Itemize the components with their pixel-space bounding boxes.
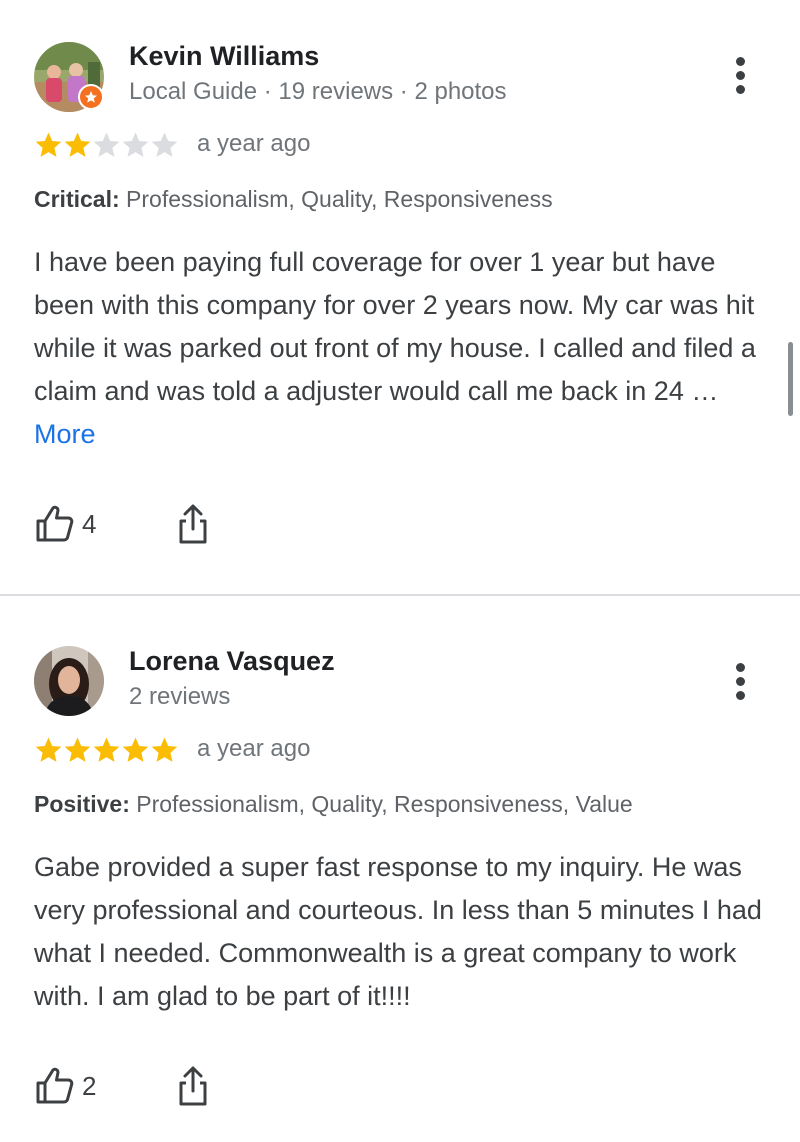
reviews-page: Kevin Williams Local Guide · 19 reviews … [0, 0, 800, 1142]
avatar[interactable] [34, 646, 104, 716]
star-icon [64, 132, 91, 157]
review-attributes: Positive: Professionalism, Quality, Resp… [34, 791, 633, 818]
reviewer-meta: Local Guide · 19 reviews · 2 photos [129, 78, 507, 105]
thumb-up-icon [36, 1067, 74, 1104]
review-card: Kevin Williams Local Guide · 19 reviews … [0, 0, 800, 594]
review-text: Gabe provided a super fast response to m… [34, 846, 774, 1018]
share-button[interactable] [172, 1062, 214, 1110]
attribute-values: Professionalism, Quality, Responsiveness… [136, 791, 633, 817]
more-vert-icon [735, 662, 745, 672]
reviewer-name[interactable]: Lorena Vasquez [129, 646, 335, 677]
star-rating [34, 736, 179, 766]
attribute-label: Critical: [34, 186, 120, 212]
reviewer-meta: 2 reviews [129, 683, 231, 710]
attribute-label: Positive: [34, 791, 130, 817]
share-icon [179, 504, 207, 544]
star-icon [35, 737, 62, 762]
review-card: Lorena Vasquez 2 reviews a year ago Posi… [0, 596, 800, 1142]
review-date: a year ago [197, 735, 311, 762]
local-guide-badge-icon [78, 84, 104, 110]
attribute-values: Professionalism, Quality, Responsiveness [126, 186, 553, 212]
thumb-up-icon [36, 505, 74, 542]
star-icon [35, 132, 62, 157]
review-attributes: Critical: Professionalism, Quality, Resp… [34, 186, 553, 213]
more-options-button[interactable] [718, 50, 762, 100]
review-text: I have been paying full coverage for ove… [34, 241, 774, 456]
star-icon [93, 132, 120, 157]
review-date: a year ago [197, 130, 311, 157]
more-options-button[interactable] [718, 656, 762, 706]
like-button[interactable]: 2 [34, 1062, 96, 1110]
star-icon [151, 132, 178, 157]
review-text-content: Gabe provided a super fast response to m… [34, 852, 762, 1011]
more-vert-icon [735, 56, 745, 66]
like-count: 2 [82, 1070, 97, 1101]
share-button[interactable] [172, 500, 214, 548]
star-icon [122, 132, 149, 157]
share-icon [179, 1066, 207, 1106]
star-icon [122, 737, 149, 762]
reviewer-name[interactable]: Kevin Williams [129, 41, 319, 72]
scrollbar[interactable] [788, 342, 793, 416]
star-rating [34, 131, 179, 161]
star-icon [93, 737, 120, 762]
review-text-content: I have been paying full coverage for ove… [34, 247, 756, 406]
like-button[interactable]: 4 [34, 500, 96, 548]
star-icon [64, 737, 91, 762]
more-link[interactable]: More [34, 419, 96, 449]
like-count: 4 [82, 508, 97, 539]
star-icon [151, 737, 178, 762]
